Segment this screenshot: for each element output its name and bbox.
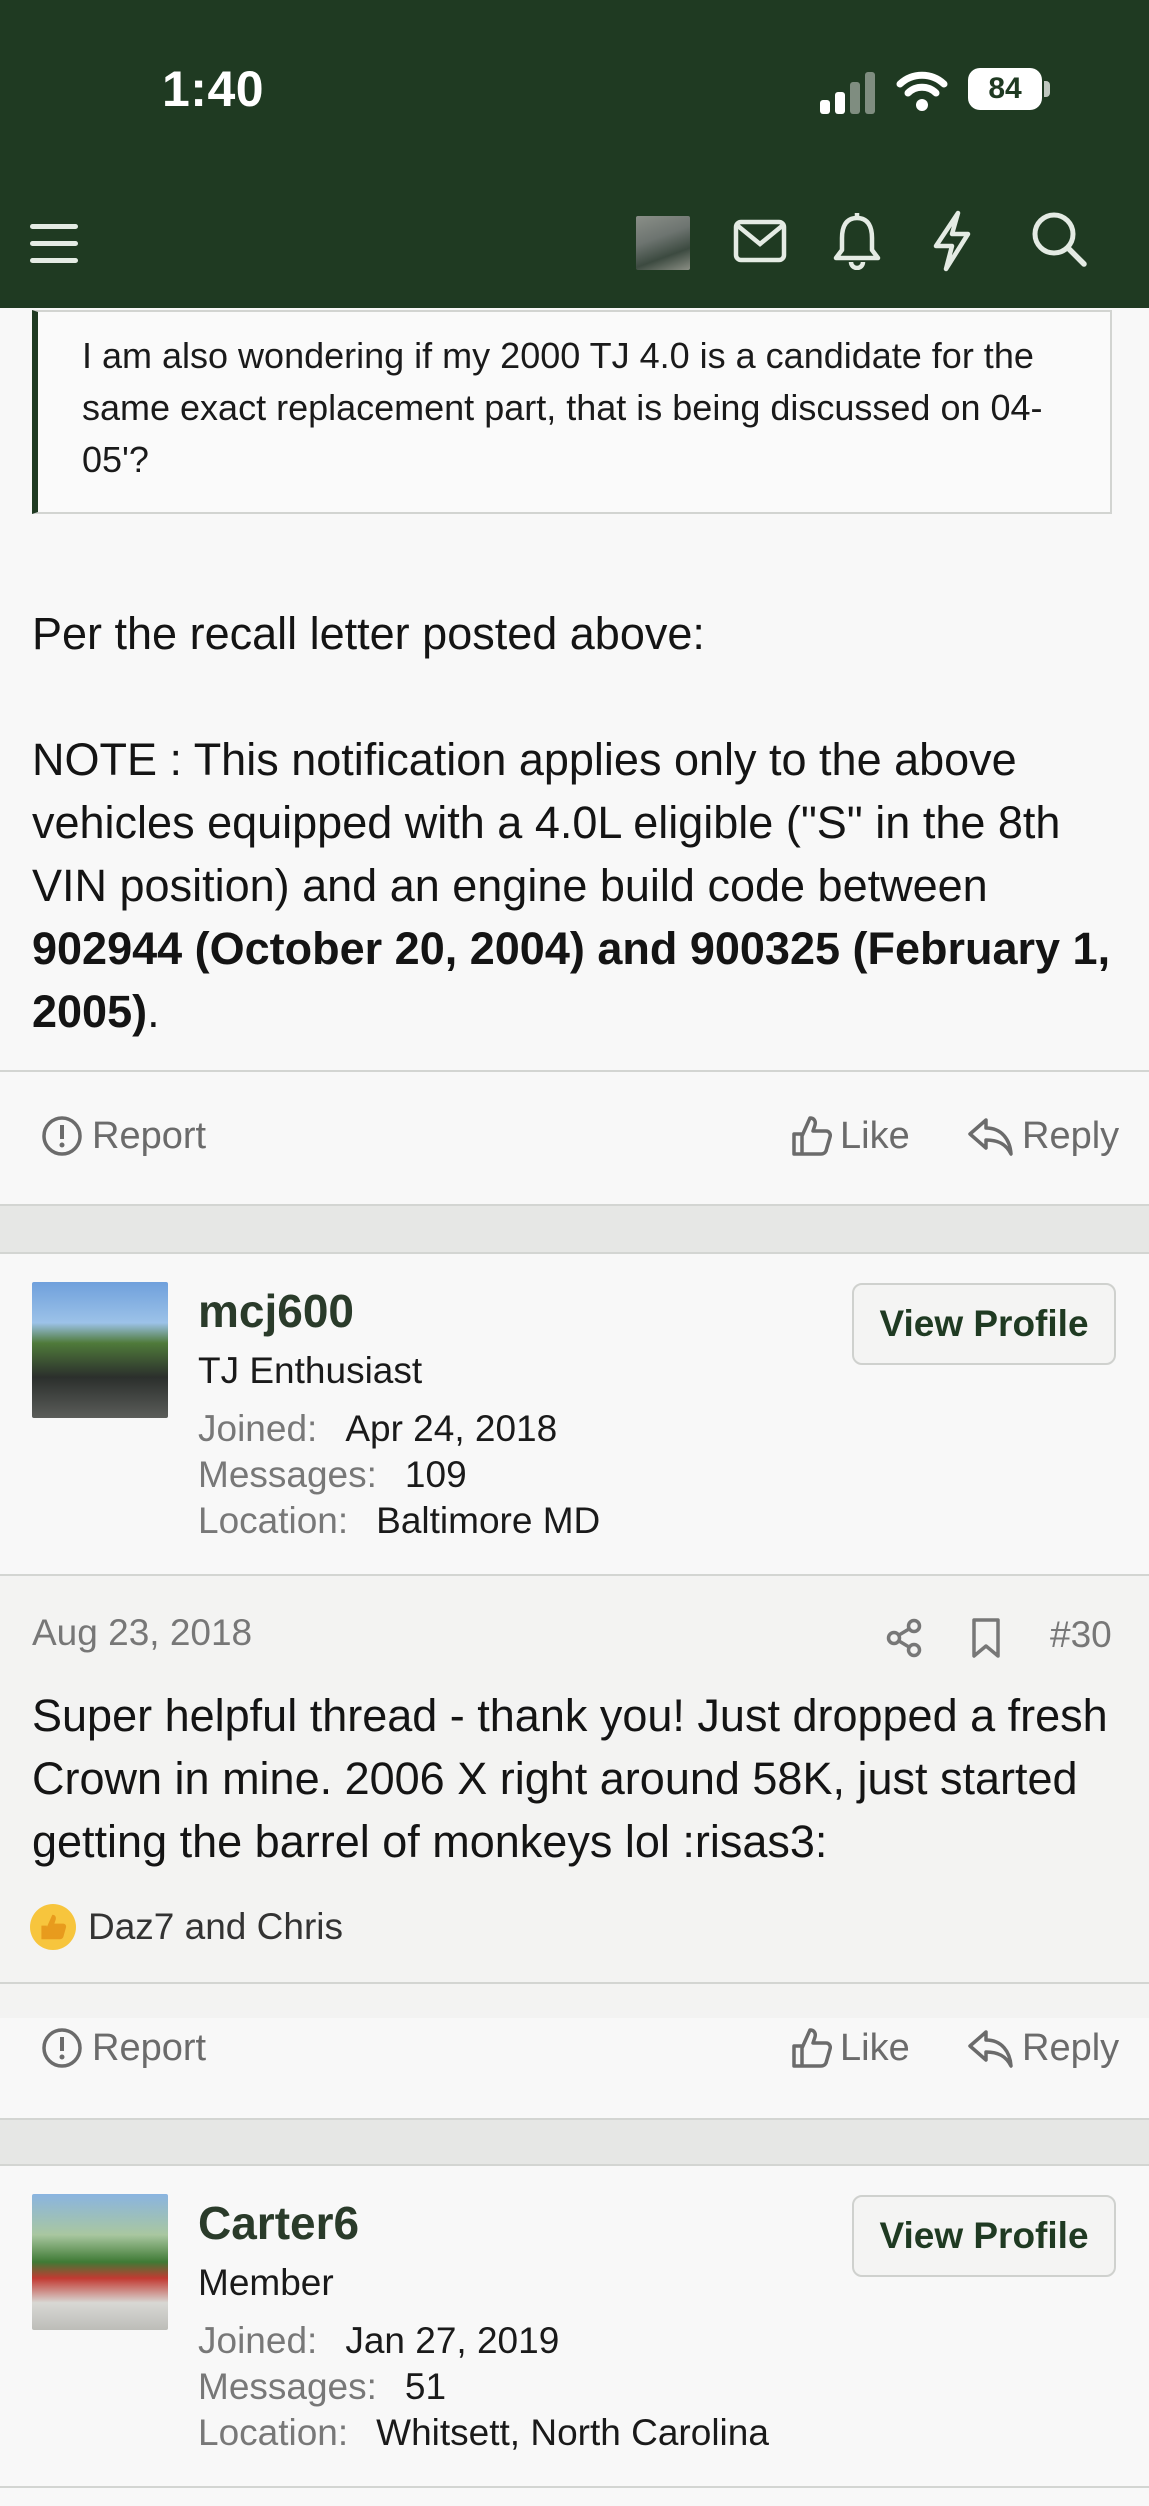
share-icon[interactable] <box>886 1618 924 1658</box>
joined-row: Joined: Apr 24, 2018 <box>198 1408 558 1449</box>
thumbs-up-icon <box>792 1116 832 1156</box>
user-avatar[interactable] <box>32 1282 168 1418</box>
quote-text: I am also wondering if my 2000 TJ 4.0 is… <box>82 335 1043 480</box>
location-row: Location: Baltimore MD <box>198 1500 601 1541</box>
thumbs-up-icon <box>792 2028 832 2068</box>
view-profile-button[interactable]: View Profile <box>852 1283 1116 1365</box>
location-row: Location: Whitsett, North Carolina <box>198 2412 769 2453</box>
search-icon[interactable] <box>1030 210 1090 270</box>
app-header: 1:40 84 <box>0 0 1149 308</box>
reply-label: Reply <box>1022 2026 1120 2069</box>
user-avatar[interactable] <box>32 2194 168 2330</box>
reply-icon <box>968 1118 1013 1156</box>
report-button[interactable]: Report <box>40 2026 206 2070</box>
wifi-icon <box>896 71 948 111</box>
battery-indicator: 84 <box>968 68 1042 110</box>
divider <box>0 2486 1149 2488</box>
quote-block: I am also wondering if my 2000 TJ 4.0 is… <box>32 310 1112 514</box>
divider <box>0 1070 1149 1072</box>
avatar[interactable] <box>636 216 690 270</box>
reactions-users: Daz7 and Chris <box>88 1906 344 1947</box>
messages-row: Messages: 109 <box>198 1454 467 1495</box>
user-title: Member <box>198 2262 334 2303</box>
reply-button[interactable]: Reply <box>966 1114 1119 1158</box>
username[interactable]: mcj600 <box>198 1284 354 1338</box>
post-text-line: Per the recall letter posted above: <box>32 608 705 659</box>
post-date[interactable]: Aug 23, 2018 <box>32 1612 252 1654</box>
post-body: Super helpful thread - thank you! Just d… <box>32 1690 1108 1867</box>
reply-label: Reply <box>1022 1114 1120 1157</box>
like-button[interactable]: Like <box>790 1114 910 1158</box>
username[interactable]: Carter6 <box>198 2196 359 2250</box>
post-number[interactable]: #30 <box>1050 1614 1112 1656</box>
like-label: Like <box>840 2026 910 2069</box>
messages-row: Messages: 51 <box>198 2366 447 2407</box>
view-profile-button[interactable]: View Profile <box>852 2195 1116 2277</box>
status-time: 1:40 <box>162 61 265 117</box>
report-icon <box>42 1116 82 1156</box>
like-label: Like <box>840 1114 910 1157</box>
bolt-icon[interactable] <box>930 210 974 272</box>
signal-icon <box>820 68 880 114</box>
bookmark-icon[interactable] <box>970 1617 1002 1659</box>
reply-button[interactable]: Reply <box>966 2026 1119 2070</box>
post-body: Per the recall letter posted above: NOTE… <box>32 602 1122 1043</box>
battery-tip <box>1044 81 1050 97</box>
like-reaction-icon <box>30 1904 76 1950</box>
report-icon <box>42 2028 82 2068</box>
reply-icon <box>968 2030 1013 2068</box>
divider <box>0 1982 1149 1984</box>
menu-icon[interactable] <box>30 224 78 268</box>
post-note: NOTE : This notification applies only to… <box>32 734 1111 1037</box>
report-button[interactable]: Report <box>40 1114 206 1158</box>
user-title: TJ Enthusiast <box>198 1350 423 1391</box>
mail-icon[interactable] <box>732 216 788 266</box>
joined-row: Joined: Jan 27, 2019 <box>198 2320 560 2361</box>
like-button[interactable]: Like <box>790 2026 910 2070</box>
report-label: Report <box>92 1114 207 1157</box>
report-label: Report <box>92 2026 207 2069</box>
reactions-bar[interactable]: Daz7 and Chris <box>30 1904 343 1950</box>
bell-icon[interactable] <box>832 212 882 270</box>
